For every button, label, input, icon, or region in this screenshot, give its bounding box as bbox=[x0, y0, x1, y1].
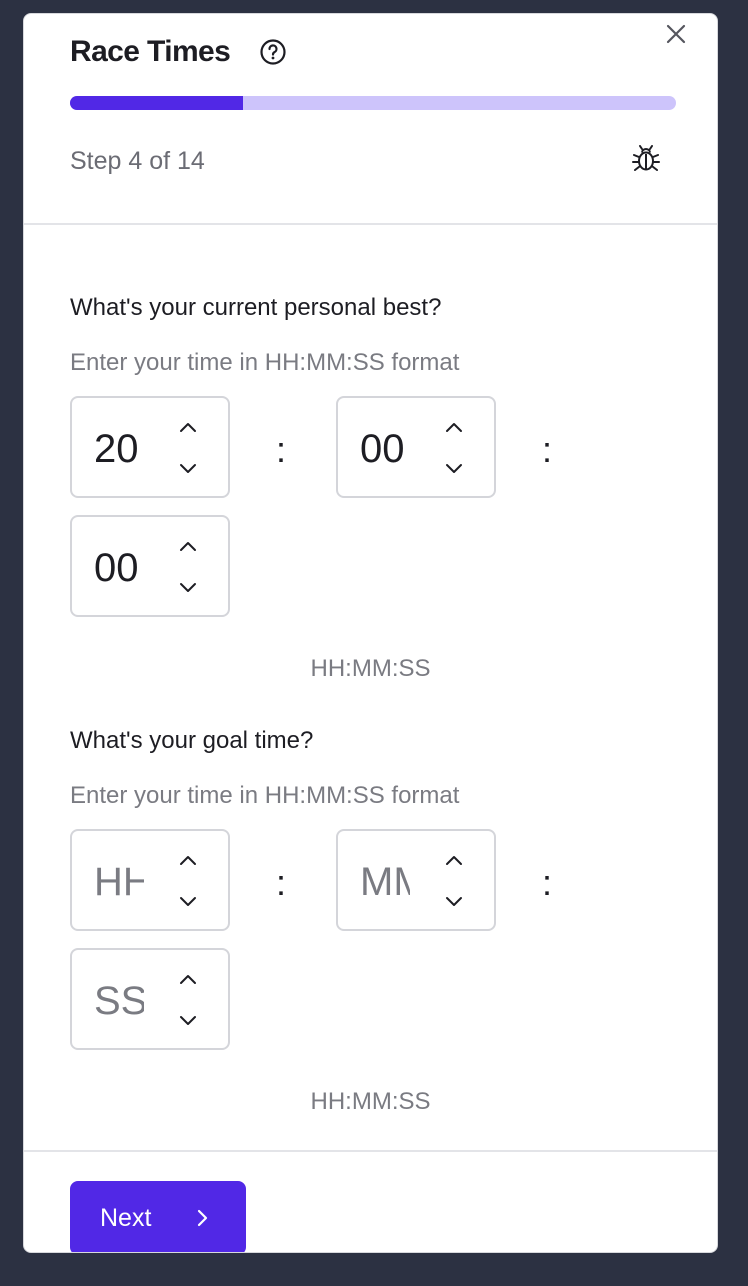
current-minutes-stepper[interactable]: 00 bbox=[336, 396, 496, 498]
current-best-question: What's your current personal best? bbox=[70, 294, 442, 321]
goal-seconds-stepper[interactable]: SS bbox=[70, 948, 230, 1050]
progress-bar bbox=[70, 96, 676, 110]
time-separator: : bbox=[542, 862, 553, 903]
time-separator: : bbox=[276, 429, 287, 470]
step-indicator: Step 4 of 14 bbox=[70, 147, 205, 175]
chevron-up-icon[interactable] bbox=[176, 418, 200, 436]
progress-fill bbox=[70, 96, 244, 110]
next-button[interactable]: Next bbox=[70, 1181, 246, 1252]
chevron-right-icon bbox=[197, 1209, 208, 1227]
goal-seconds-input[interactable]: SS bbox=[94, 978, 144, 1024]
chevron-down-icon[interactable] bbox=[442, 460, 466, 478]
current-hours-stepper[interactable]: 20 bbox=[70, 396, 230, 498]
current-best-hint: Enter your time in HH:MM:SS format bbox=[70, 349, 460, 376]
chevron-down-icon[interactable] bbox=[176, 893, 200, 911]
goal-hint: Enter your time in HH:MM:SS format bbox=[70, 782, 460, 809]
chevron-down-icon[interactable] bbox=[176, 579, 200, 597]
bug-icon[interactable] bbox=[631, 144, 661, 174]
help-circle-icon[interactable] bbox=[259, 38, 287, 66]
goal-hours-input[interactable]: HH bbox=[94, 859, 144, 905]
time-separator: : bbox=[542, 429, 553, 470]
goal-minutes-stepper[interactable]: MM bbox=[336, 829, 496, 931]
close-icon[interactable] bbox=[664, 22, 688, 46]
chevron-up-icon[interactable] bbox=[176, 537, 200, 555]
goal-minutes-input[interactable]: MM bbox=[360, 859, 410, 905]
current-minutes-value[interactable]: 00 bbox=[360, 426, 410, 472]
chevron-up-icon[interactable] bbox=[176, 851, 200, 869]
next-button-label: Next bbox=[100, 1204, 152, 1232]
current-hours-value[interactable]: 20 bbox=[94, 426, 144, 472]
dialog-header: Race Times Step 4 of 14 bbox=[24, 14, 717, 225]
current-best-format-label: HH:MM:SS bbox=[310, 655, 431, 682]
current-seconds-value[interactable]: 00 bbox=[94, 545, 144, 591]
goal-format-label: HH:MM:SS bbox=[310, 1088, 431, 1115]
chevron-up-icon[interactable] bbox=[442, 851, 466, 869]
chevron-up-icon[interactable] bbox=[442, 418, 466, 436]
race-times-dialog: Race Times Step 4 of 14 What's your curr… bbox=[23, 13, 718, 1253]
goal-question: What's your goal time? bbox=[70, 727, 314, 754]
chevron-down-icon[interactable] bbox=[176, 1012, 200, 1030]
goal-hours-stepper[interactable]: HH bbox=[70, 829, 230, 931]
chevron-up-icon[interactable] bbox=[176, 970, 200, 988]
chevron-down-icon[interactable] bbox=[176, 460, 200, 478]
time-separator: : bbox=[276, 862, 287, 903]
current-seconds-stepper[interactable]: 00 bbox=[70, 515, 230, 617]
dialog-title: Race Times bbox=[70, 35, 231, 68]
chevron-down-icon[interactable] bbox=[442, 893, 466, 911]
